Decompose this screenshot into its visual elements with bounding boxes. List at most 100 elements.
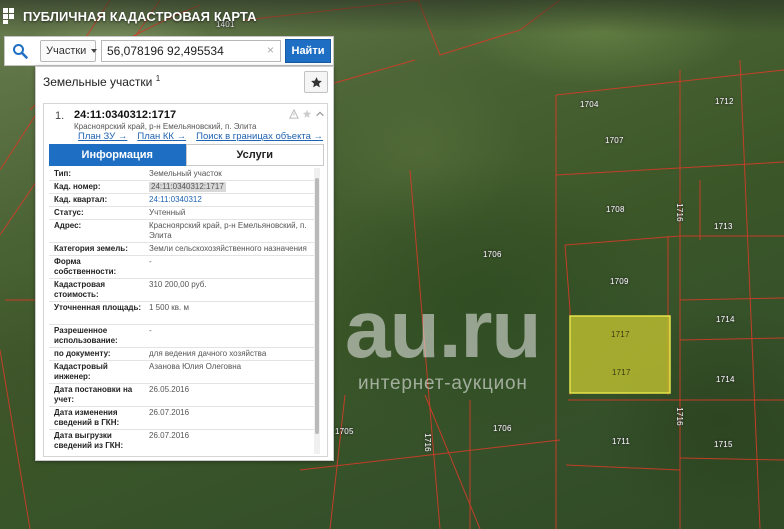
attr-key: Дата изменения сведений в ГКН: (54, 408, 120, 427)
app-title: ПУБЛИЧНАЯ КАДАСТРОВАЯ КАРТА (23, 8, 257, 24)
attr-key: Кадастровая стоимость: (54, 280, 106, 299)
panel-title-text: Земельные участки (43, 75, 153, 89)
parcel-label: 1706 (493, 424, 512, 433)
favorite-button[interactable] (304, 71, 328, 93)
panel-title: Земельные участки 1 (43, 74, 160, 89)
cad-quarter-link[interactable]: 24:11:0340312 (149, 195, 317, 205)
search-type-select[interactable]: Участки (40, 40, 98, 62)
attr-key: Форма собственности: (54, 257, 117, 276)
result-address: Красноярский край, р-н Емельяновский, п.… (74, 122, 257, 131)
parcel-label: 1713 (714, 222, 733, 231)
attributes-table: Тип: Земельный участок Кад. номер: 24:11… (49, 168, 319, 454)
watermark-subtitle: интернет-аукцион (358, 373, 528, 394)
selected-parcel (569, 315, 671, 394)
result-links: План ЗУ → План КК → Поиск в границах объ… (78, 131, 323, 142)
attr-row-cad-number: Кад. номер: 24:11:0340312:1717 (49, 181, 319, 194)
attr-value: - (149, 326, 152, 335)
attr-value: - (149, 257, 152, 266)
attr-row-engineer: Кадастровый инженер: Азанова Юлия Олегов… (49, 361, 319, 384)
scrollbar-thumb[interactable] (315, 178, 319, 434)
attr-value: 26.07.2016 (149, 408, 190, 417)
parcel-label: 1716 (422, 433, 432, 452)
attr-value: 26.05.2016 (149, 385, 190, 394)
result-count: 1 (155, 74, 161, 83)
results-panel: Земельные участки 1 1. 24:11:0340312:171… (35, 66, 334, 461)
star-icon (310, 76, 322, 87)
parcel-label: 1705 (335, 427, 354, 436)
attr-key: Категория земель: (54, 244, 128, 253)
star-outline-icon[interactable] (302, 109, 312, 119)
result-cad-number[interactable]: 24:11:0340312:1717 (74, 109, 176, 121)
attr-key: Статус: (54, 208, 84, 217)
attr-value: для ведения дачного хозяйства (149, 349, 267, 358)
parcel-label: 1708 (606, 205, 625, 214)
parcel-label: 1711 (612, 437, 631, 446)
attr-key: Кадастровый инженер: (54, 362, 108, 381)
attr-value: 26.07.2016 (149, 431, 190, 440)
attr-row-area: Уточненная площадь: 1 500 кв. м (49, 302, 319, 325)
selected-parcel-label: 1717 (611, 330, 630, 339)
result-index: 1. (55, 110, 65, 122)
attr-value: Красноярский край, р-н Емельяновский, п.… (149, 221, 307, 240)
attr-key: Уточненная площадь: (54, 303, 142, 312)
top-bar: ПУБЛИЧНАЯ КАДАСТРОВАЯ КАРТА (0, 0, 784, 34)
search-type-label: Участки (46, 45, 87, 57)
parcel-label: 1704 (580, 100, 599, 109)
parcel-label: 1714 (716, 315, 735, 324)
tab-information[interactable]: Информация (49, 144, 186, 166)
attr-row-change-date: Дата изменения сведений в ГКН: 26.07.201… (49, 407, 319, 430)
attr-row-export-date: Дата выгрузки сведений из ГКН: 26.07.201… (49, 430, 319, 453)
attr-value: 1 500 кв. м (149, 303, 189, 312)
attr-row-registration-date: Дата постановки на учет: 26.05.2016 (49, 384, 319, 407)
link-search-in-bounds[interactable]: Поиск в границах объекта → (196, 131, 323, 142)
attr-row-cad-value: Кадастровая стоимость: 310 200,00 руб. (49, 279, 319, 302)
info-tabs: Информация Услуги (49, 144, 324, 166)
parcel-label: 1706 (483, 250, 502, 259)
attr-key: по документу: (54, 349, 111, 358)
attr-key: Кад. номер: (54, 182, 101, 191)
attr-row-address: Адрес: Красноярский край, р-н Емельяновс… (49, 220, 319, 243)
attr-value: Земли сельскохозяйственного назначения (149, 244, 307, 253)
parcel-label: 1714 (716, 375, 735, 384)
clear-icon[interactable]: × (267, 43, 274, 57)
attr-key: Дата постановки на учет: (54, 385, 133, 404)
brand[interactable]: ПУБЛИЧНАЯ КАДАСТРОВАЯ КАРТА (3, 8, 257, 24)
chevron-up-icon[interactable] (315, 109, 325, 119)
warning-icon[interactable] (289, 109, 299, 119)
find-button[interactable]: Найти (285, 39, 331, 63)
link-plan-zu[interactable]: План ЗУ → (78, 131, 127, 142)
attr-row-cad-quarter: Кад. квартал: 24:11:0340312 (49, 194, 319, 207)
attr-row-type: Тип: Земельный участок (49, 168, 319, 181)
parcel-label: 1716 (674, 203, 684, 222)
result-card: 1. 24:11:0340312:1717 Красноярский край,… (43, 103, 328, 457)
panel-header: Земельные участки 1 (36, 67, 333, 97)
selected-parcel-label: 1717 (612, 368, 631, 377)
watermark-logo: au.ru (345, 284, 541, 375)
attr-key: Адрес: (54, 221, 82, 230)
attr-row-permitted-use: Разрешенное использование: - (49, 325, 319, 348)
tab-services[interactable]: Услуги (185, 144, 324, 166)
attributes-scrollbar[interactable] (314, 168, 320, 454)
attr-key: Тип: (54, 169, 71, 178)
attr-value: Азанова Юлия Олеговна (149, 362, 242, 371)
attr-row-status: Статус: Учтенный (49, 207, 319, 220)
result-actions (289, 109, 325, 119)
attr-row-land-category: Категория земель: Земли сельскохозяйстве… (49, 243, 319, 256)
attr-row-ownership: Форма собственности: - (49, 256, 319, 279)
chevron-down-icon (91, 49, 98, 53)
link-plan-kk[interactable]: План КК → (137, 131, 186, 142)
parcel-label: 1716 (674, 407, 684, 426)
attr-value: 310 200,00 руб. (149, 280, 207, 289)
rosreestr-logo-icon (3, 8, 14, 24)
attr-value: 24:11:0340312:1717 (149, 182, 226, 192)
parcel-label: 1712 (715, 97, 734, 106)
attr-row-by-document: по документу: для ведения дачного хозяйс… (49, 348, 319, 361)
parcel-label: 1715 (714, 440, 733, 449)
search-toggle[interactable] (5, 37, 35, 65)
search-input[interactable] (101, 40, 281, 62)
search-icon (13, 44, 28, 59)
search-bar: Участки × Найти (4, 36, 334, 66)
parcel-label: 1709 (610, 277, 629, 286)
attr-key: Кад. квартал: (54, 195, 108, 204)
attr-key: Дата выгрузки сведений из ГКН: (54, 431, 124, 450)
